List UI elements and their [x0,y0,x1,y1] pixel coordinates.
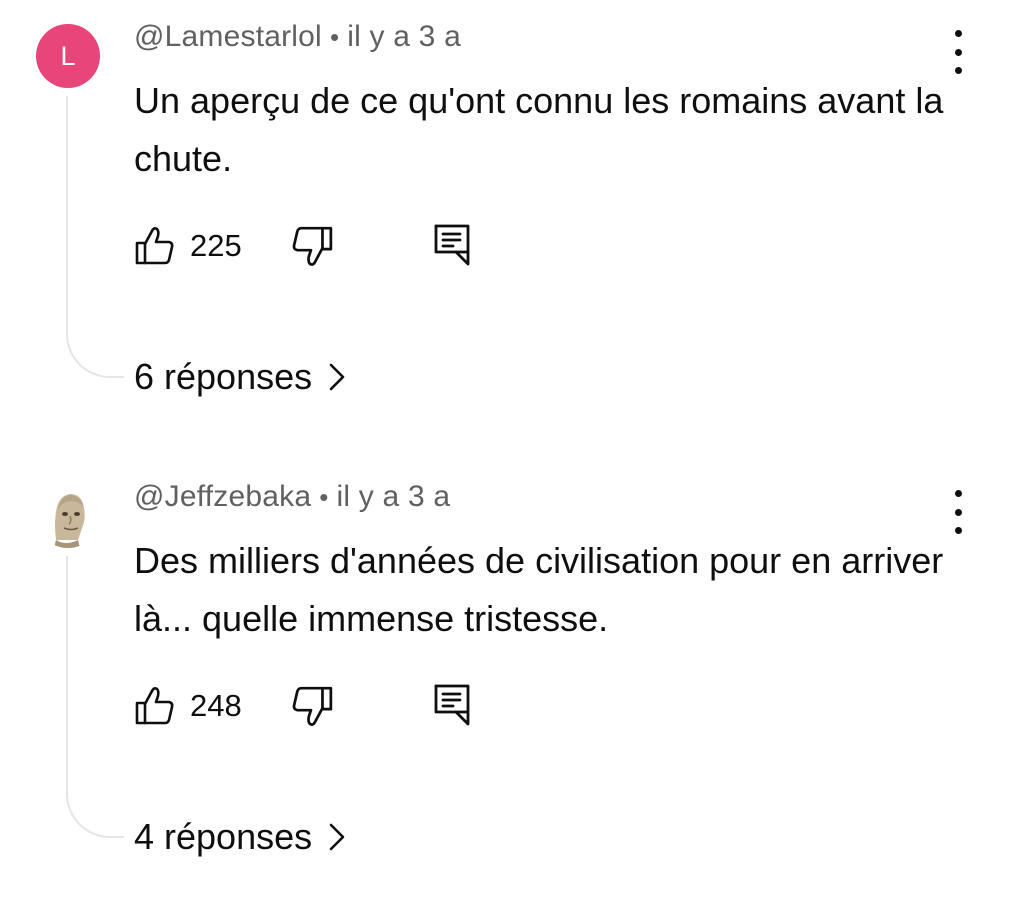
comment-author[interactable]: @Jeffzebaka [134,480,311,513]
avatar-letter: L [60,40,76,71]
comment-reply-icon [434,684,470,726]
reply-button[interactable] [432,682,476,730]
comment-author[interactable]: @Lamestarlol [134,20,322,53]
like-count: 225 [190,228,242,263]
meta-separator: • [329,22,340,52]
replies-label: 4 réponses [134,816,313,857]
meta-separator: • [319,482,329,512]
comment-thread: @Jeffzebaka • il y a 3 a Des milliers d'an… [0,460,1024,900]
view-replies-button[interactable]: 4 réponses [134,812,346,862]
more-vertical-icon[interactable] [938,490,978,534]
replies-label: 6 réponses [134,356,313,397]
comment-thread: L @Lamestarlol • il y a 3 a Un aperçu de c… [0,0,1024,440]
meme-man-avatar-icon [36,484,100,548]
dislike-button[interactable] [290,224,334,268]
comment-text: Un aperçu de ce qu'ont connu les romains… [134,80,944,179]
view-replies-button[interactable]: 6 réponses [134,352,346,402]
comment-time: il y a 3 a [336,480,451,513]
comment-reply-icon [434,224,470,266]
like-button[interactable]: 225 [134,224,242,268]
comment-meta: @Jeffzebaka • il y a 3 a [134,480,450,514]
thumbs-down-icon [292,686,333,726]
like-count: 248 [190,688,242,723]
thread-line [66,556,124,838]
like-button[interactable]: 248 [134,684,242,728]
comment-meta: @Lamestarlol • il y a 3 a [134,20,461,54]
reply-button[interactable] [432,222,476,270]
more-vertical-icon[interactable] [938,30,978,74]
thumbs-down-icon [292,226,333,266]
avatar[interactable]: L [36,24,100,88]
avatar[interactable] [36,484,100,548]
chevron-right-icon [329,363,345,391]
comment-text: Des milliers d'années de civilisation po… [134,540,944,639]
thumbs-up-icon [135,227,174,265]
thumbs-up-icon [135,687,174,725]
comment-time: il y a 3 a [347,20,461,53]
chevron-right-icon [329,823,345,851]
thread-line [66,96,124,378]
dislike-button[interactable] [290,684,334,728]
